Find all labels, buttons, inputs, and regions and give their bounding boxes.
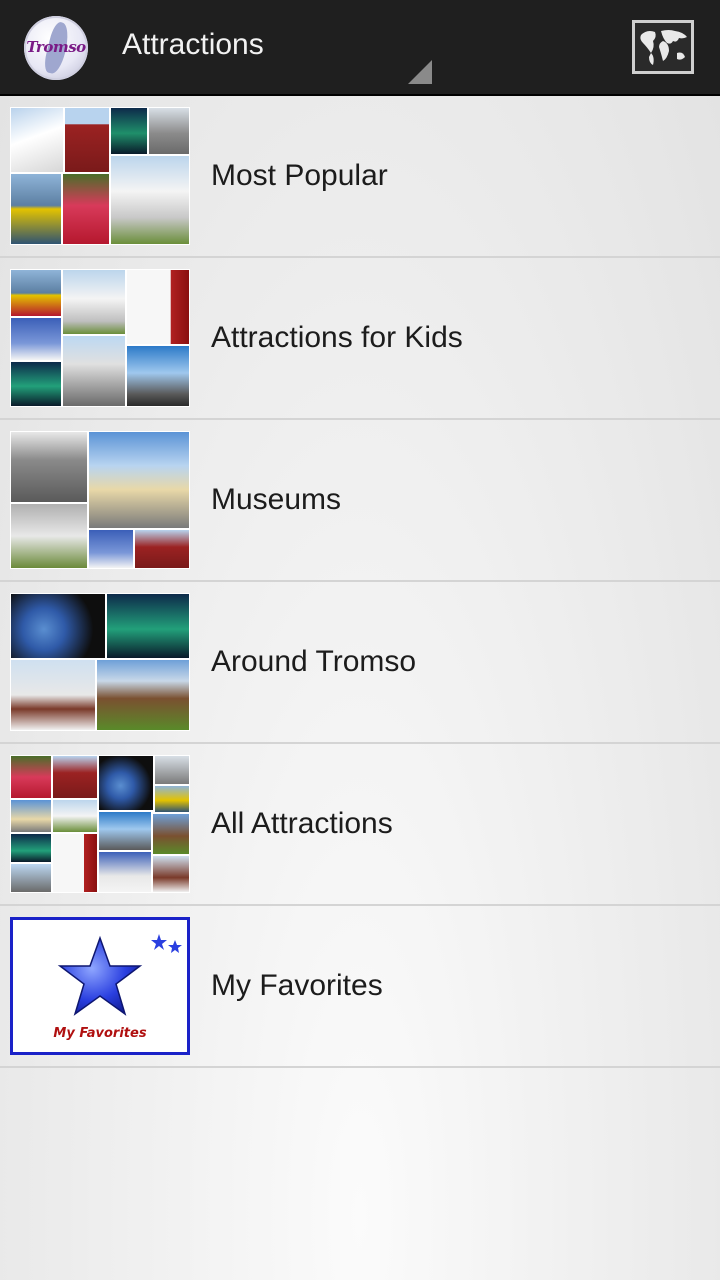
category-label: Museums bbox=[211, 483, 342, 516]
category-museums[interactable]: Museums bbox=[0, 420, 720, 582]
my-favorites-thumb-text: My Favorites bbox=[53, 1026, 147, 1041]
category-label: Around Tromso bbox=[211, 645, 417, 678]
map-button[interactable] bbox=[632, 20, 694, 74]
category-attractions-for-kids[interactable]: Attractions for Kids bbox=[0, 258, 720, 420]
action-bar: Tromso Attractions bbox=[0, 0, 720, 96]
category-around-tromso[interactable]: Around Tromso bbox=[0, 582, 720, 744]
category-list: Most Popular Attractions for Kids Museum… bbox=[0, 96, 720, 1068]
page-title[interactable]: Attractions bbox=[122, 28, 264, 62]
attractions-for-kids-thumbnail bbox=[10, 269, 190, 407]
my-favorites-thumbnail: My Favorites bbox=[10, 917, 190, 1055]
category-most-popular[interactable]: Most Popular bbox=[0, 96, 720, 258]
all-attractions-thumbnail bbox=[10, 755, 190, 893]
world-map-icon bbox=[640, 30, 687, 65]
category-label: All Attractions bbox=[211, 807, 393, 840]
dropdown-triangle-icon[interactable] bbox=[408, 60, 432, 84]
logo-text: Tromso bbox=[26, 38, 86, 56]
around-tromso-thumbnail bbox=[10, 593, 190, 731]
category-label: My Favorites bbox=[211, 969, 383, 1002]
tromso-logo[interactable]: Tromso bbox=[24, 16, 88, 80]
category-my-favorites[interactable]: My Favorites My Favorites bbox=[0, 906, 720, 1068]
most-popular-thumbnail bbox=[10, 107, 190, 245]
category-label: Attractions for Kids bbox=[211, 321, 463, 354]
category-label: Most Popular bbox=[211, 159, 388, 192]
category-all-attractions[interactable]: All Attractions bbox=[0, 744, 720, 906]
museums-thumbnail bbox=[10, 431, 190, 569]
